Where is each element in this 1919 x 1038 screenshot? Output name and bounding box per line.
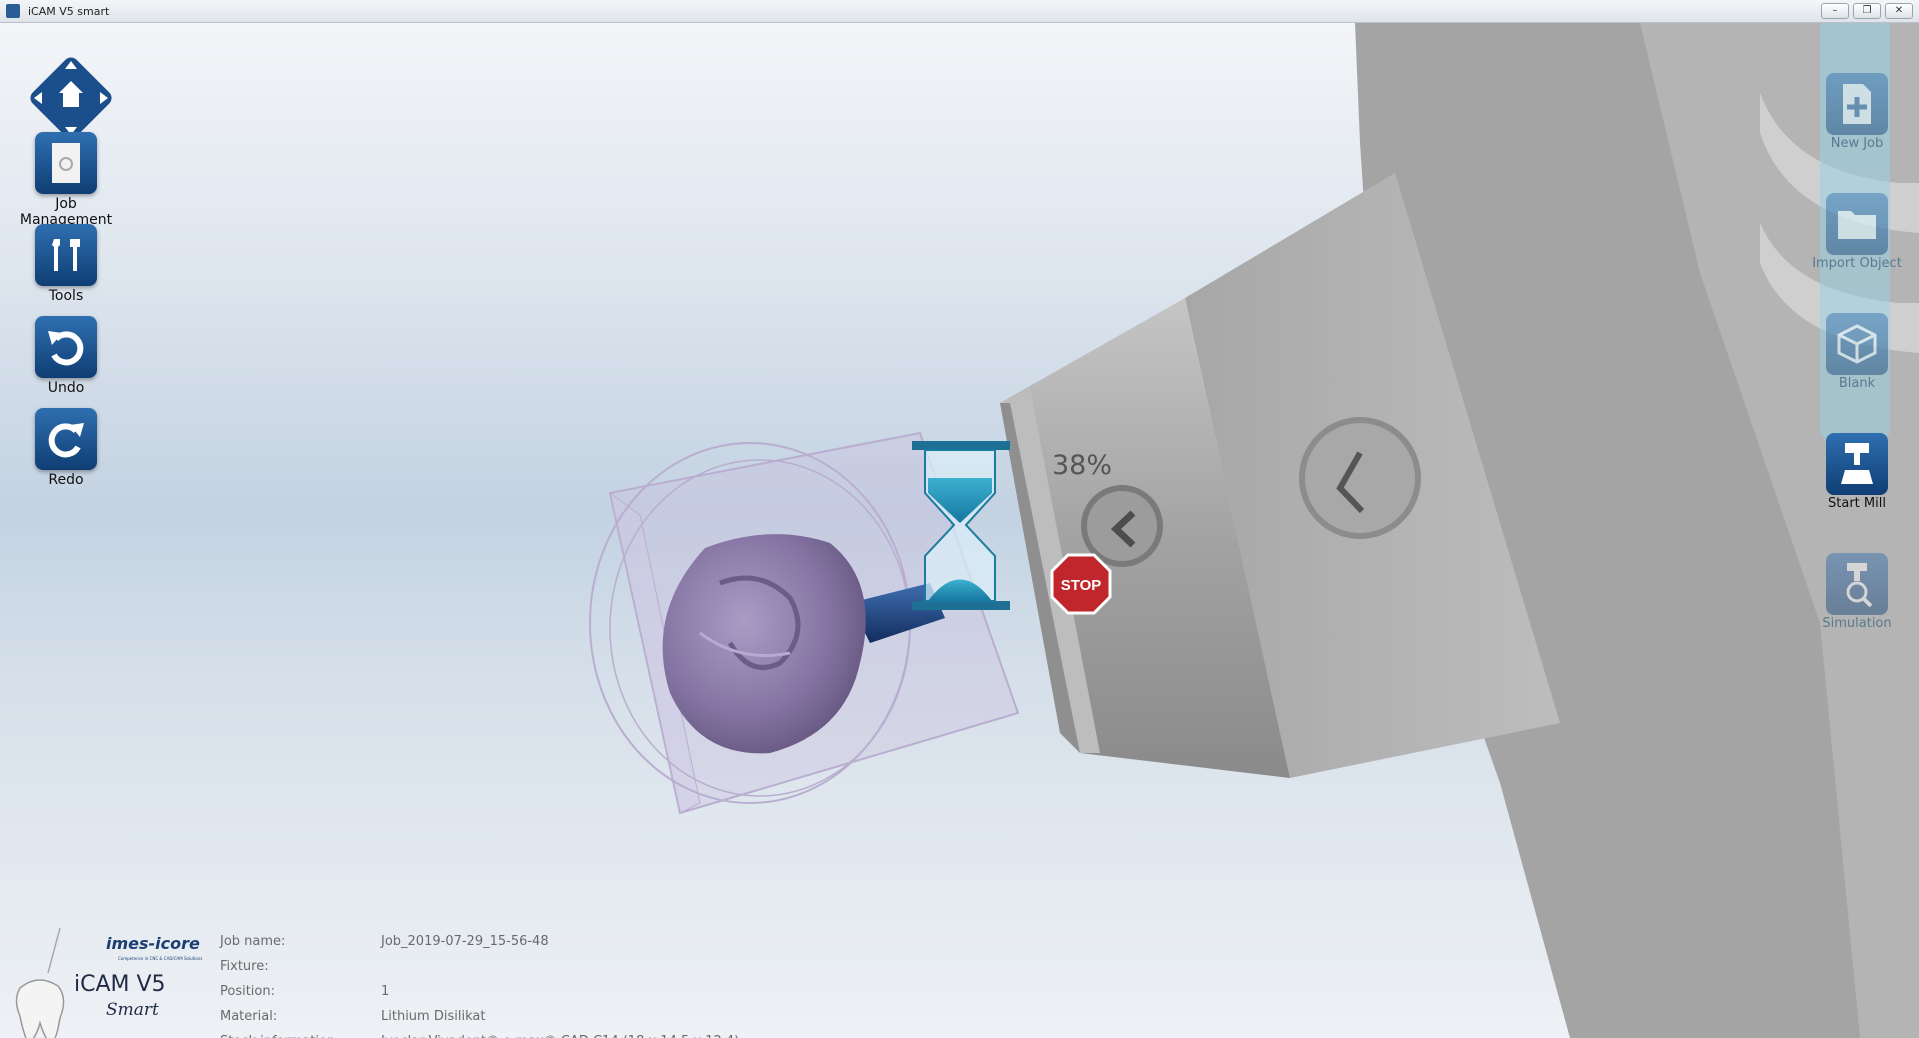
tools-button[interactable]: Tools: [10, 224, 122, 304]
import-object-button[interactable]: Import Object: [1812, 193, 1902, 271]
info-key: Position:: [220, 984, 275, 999]
info-value: Ivoclar Vivadent© e.max© CAD C14 (18 x 1…: [381, 1029, 739, 1038]
info-key: Stock information:: [220, 1029, 380, 1038]
brand-tagline: Competence in CNC & CAD/CAM Solutions: [118, 956, 203, 961]
info-value: Lithium Disilikat: [381, 1009, 486, 1024]
wrench-screwdriver-icon: [35, 224, 97, 286]
stop-button[interactable]: STOP: [1050, 553, 1112, 615]
job-management-button[interactable]: Job Management: [10, 132, 122, 228]
folder-icon: [1826, 193, 1888, 255]
blank-button[interactable]: Blank: [1812, 313, 1902, 391]
import-object-label: Import Object: [1812, 256, 1902, 271]
new-job-label: New Job: [1830, 136, 1884, 151]
app-icon: [6, 4, 20, 18]
title-bar: iCAM V5 smart – ❐ ✕: [0, 0, 1919, 23]
start-mill-label: Start Mill: [1828, 496, 1886, 511]
info-value: 1: [381, 984, 390, 999]
redo-icon: [35, 408, 97, 470]
product-edition: Smart: [106, 1000, 159, 1020]
close-button[interactable]: ✕: [1885, 3, 1913, 19]
new-job-button[interactable]: New Job: [1812, 73, 1902, 151]
restore-button[interactable]: ❐: [1853, 3, 1881, 19]
simulation-icon: [1826, 553, 1888, 615]
info-value: Job_2019-07-29_15-56-48: [381, 934, 549, 949]
milling-scene: [589, 23, 1919, 1038]
blank-label: Blank: [1838, 376, 1876, 391]
new-document-icon: [1826, 73, 1888, 135]
milling-progress-text: 38%: [1052, 450, 1113, 481]
redo-button[interactable]: Redo: [10, 408, 122, 488]
3d-viewport[interactable]: Job Management Tools Undo Redo New Job I…: [0, 23, 1919, 1038]
info-key: Material:: [220, 1009, 278, 1024]
simulation-label: Simulation: [1822, 616, 1892, 631]
minimize-button[interactable]: –: [1821, 3, 1849, 19]
undo-label: Undo: [47, 380, 85, 396]
product-name: iCAM V5: [74, 972, 166, 997]
info-key: Job name:: [220, 934, 286, 949]
blank-cube-icon: [1826, 313, 1888, 375]
door-icon: [35, 132, 97, 194]
start-mill-button[interactable]: Start Mill: [1812, 433, 1902, 511]
simulation-button[interactable]: Simulation: [1812, 553, 1902, 631]
brand-name: imes-icore: [106, 934, 200, 953]
product-logo: imes-icore Competence in CNC & CAD/CAM S…: [8, 928, 208, 1038]
home-button[interactable]: [26, 53, 116, 143]
mill-icon: [1826, 433, 1888, 495]
tools-label: Tools: [48, 288, 84, 304]
tooth-icon: [15, 928, 65, 1038]
info-key: Fixture:: [220, 959, 269, 974]
redo-label: Redo: [48, 472, 84, 488]
undo-button[interactable]: Undo: [10, 316, 122, 396]
stop-label: STOP: [1061, 577, 1102, 594]
window-title: iCAM V5 smart: [28, 4, 110, 18]
undo-icon: [35, 316, 97, 378]
